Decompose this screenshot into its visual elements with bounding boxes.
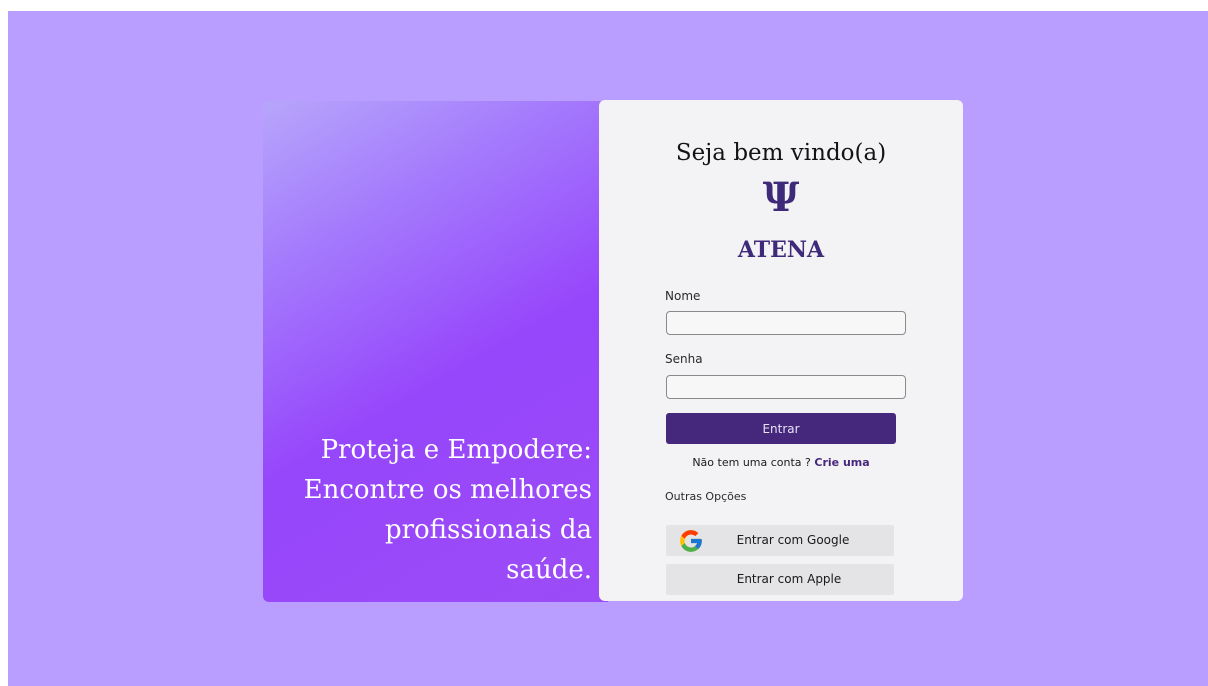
login-button[interactable]: Entrar [666, 413, 896, 444]
signup-link[interactable]: Crie uma [814, 456, 869, 469]
signup-prompt: Não tem uma conta ? Crie uma [599, 456, 963, 469]
login-card: Seja bem vindo(a) Ψ ATENA Nome Senha Ent… [599, 100, 963, 601]
apple-login-button[interactable]: Entrar com Apple [666, 564, 894, 595]
welcome-title: Seja bem vindo(a) [675, 140, 887, 166]
google-login-button[interactable]: Entrar com Google [666, 525, 894, 556]
signup-text: Não tem uma conta ? [692, 456, 811, 469]
password-label: Senha [665, 352, 703, 366]
page-background: Proteja e Empodere: Encontre os melhores… [8, 11, 1208, 686]
brand-name: ATENA [737, 237, 825, 263]
hero-panel: Proteja e Empodere: Encontre os melhores… [263, 101, 608, 602]
name-input[interactable] [666, 311, 906, 335]
name-label: Nome [665, 289, 701, 303]
other-options-label: Outras Opções [665, 490, 747, 503]
hero-tagline: Proteja e Empodere: Encontre os melhores… [303, 435, 592, 585]
apple-login-label: Entrar com Apple [736, 572, 842, 586]
password-input[interactable] [666, 375, 906, 399]
google-login-label: Entrar com Google [736, 533, 850, 547]
psi-logo-icon: Ψ [762, 174, 800, 221]
